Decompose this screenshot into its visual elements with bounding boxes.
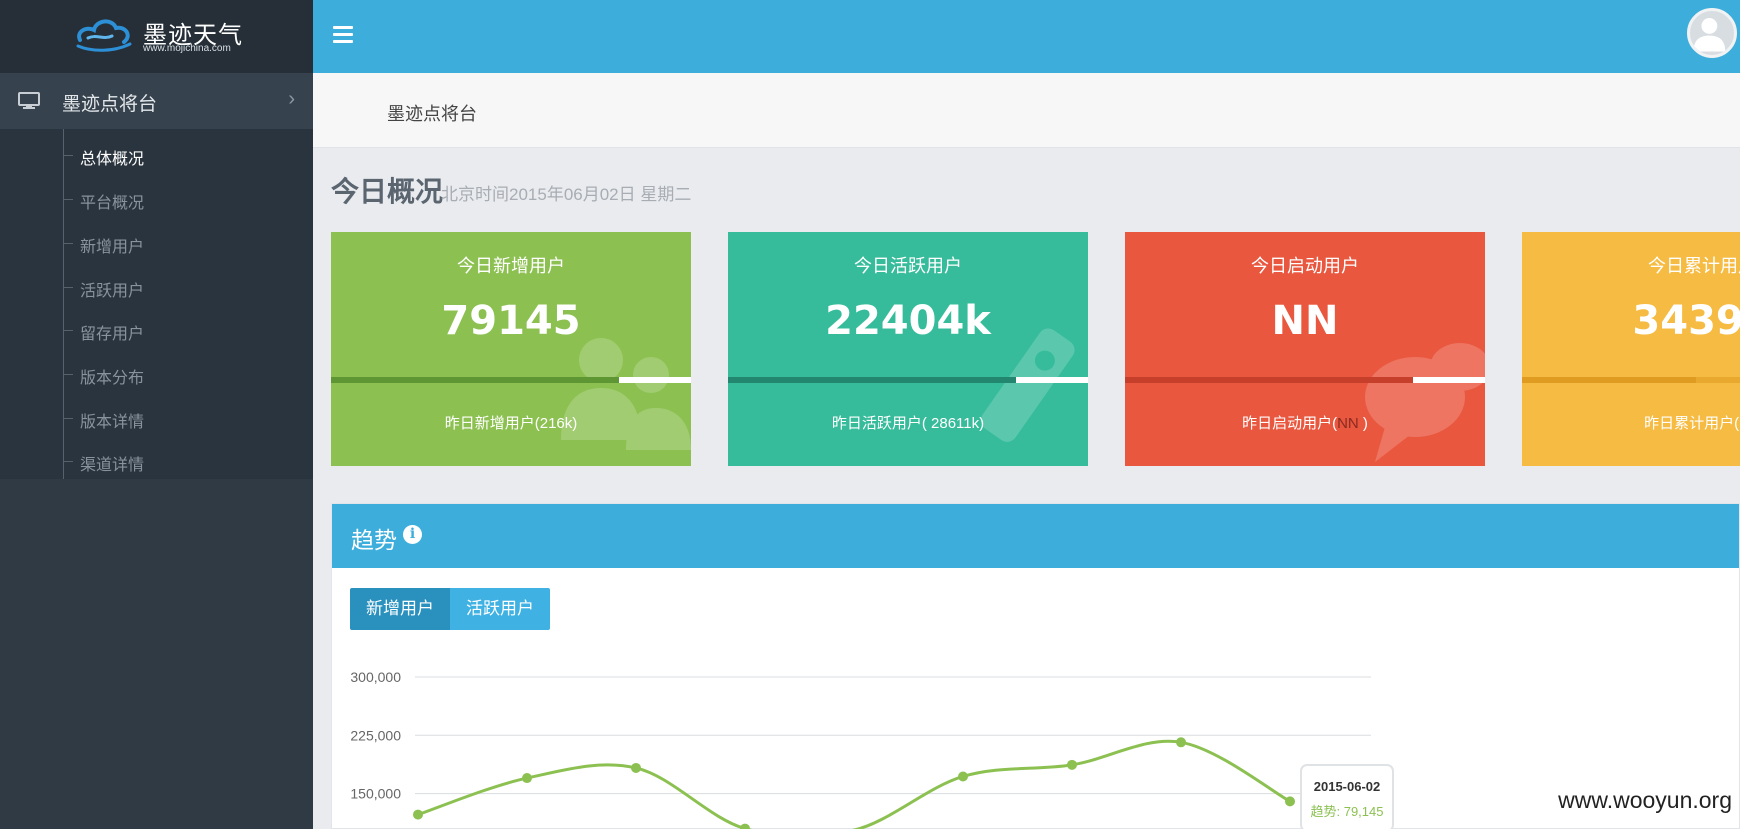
- user-avatar-icon[interactable]: [1687, 8, 1737, 58]
- card-footer-value: NN: [1337, 415, 1359, 432]
- card-title: 今日启动用户: [1251, 256, 1359, 276]
- breadcrumb: 墨迹点将台: [313, 73, 1740, 148]
- submenu-tick: [63, 461, 73, 462]
- tooltip-date: 2015-06-02: [1314, 779, 1381, 794]
- card-progress: [331, 377, 691, 383]
- submenu-tick: [63, 330, 73, 331]
- data-point: [1176, 737, 1186, 748]
- monitor-icon: [18, 92, 40, 109]
- progress-rest: [1413, 377, 1485, 383]
- y-tick-label: 150,000: [350, 786, 401, 802]
- data-point: [958, 771, 968, 782]
- submenu-tick: [63, 199, 73, 200]
- progress-fill: [331, 377, 619, 383]
- tooltip-value: 趋势: 79,145: [1311, 804, 1384, 819]
- tooltip-box: [1300, 764, 1394, 829]
- series-line: [417, 739, 1291, 829]
- sidebar-item-label: 版本分布: [80, 370, 145, 387]
- submenu-rail: [63, 129, 64, 479]
- progress-fill: [1522, 377, 1697, 383]
- data-point: [522, 773, 532, 784]
- card-footer: 昨日累计用户( 34: [1522, 412, 1740, 433]
- data-point: [413, 809, 423, 820]
- card-value: NN: [1271, 298, 1339, 344]
- stat-card-total-users: 今日累计用户 34395 昨日累计用户( 34: [1522, 232, 1740, 466]
- sidebar-item-label: 平台概况: [80, 195, 145, 212]
- sidebar: 墨迹天气 www.mojichina.com 墨迹点将台 › 总体概况 平台概况…: [0, 0, 313, 829]
- progress-rest: [1016, 377, 1088, 383]
- card-footer-label: 昨日累计用户( 34: [1644, 415, 1740, 432]
- submenu-tick: [63, 374, 73, 375]
- card-title: 今日新增用户: [457, 256, 565, 276]
- card-footer: 昨日新增用户(216k): [331, 412, 691, 433]
- y-tick-label: 225,000: [350, 727, 401, 743]
- stat-card-launch-users: 今日启动用户 NN 昨日启动用户(NN ): [1125, 232, 1485, 466]
- hamburger-icon[interactable]: [333, 26, 353, 44]
- sidebar-submenu: 总体概况 平台概况 新增用户 活跃用户 留存用户 版本分布 版本详情 渠道详情: [0, 129, 313, 479]
- stat-card-active-users: 今日活跃用户 22404k 昨日活跃用户( 28611k): [728, 232, 1088, 466]
- page-subtitle: 北京时间2015年06月02日 星期二: [441, 185, 692, 204]
- data-point: [1285, 796, 1295, 807]
- page-title: 今日概况: [331, 176, 444, 207]
- trend-line-chart: 300,000 225,000 150,000 2015-06-02 趋势: 79,14…: [350, 669, 1394, 829]
- progress-rest: [619, 377, 691, 383]
- submenu-tick: [63, 287, 73, 288]
- card-value: 22404k: [825, 298, 991, 344]
- watermark: www.wooyun.org: [1558, 787, 1732, 813]
- progress-fill: [728, 377, 1016, 383]
- logo-url: www.mojichina.com: [143, 43, 231, 54]
- data-point: [631, 762, 641, 773]
- card-value: 79145: [441, 298, 581, 344]
- card-value: 34395: [1632, 298, 1740, 344]
- progress-fill: [1125, 377, 1413, 383]
- sidebar-item-label: 总体概况: [80, 151, 145, 168]
- stat-card-new-users: 今日新增用户 79145 昨日新增用户(216k): [331, 232, 691, 466]
- card-progress: [728, 377, 1088, 383]
- data-point: [740, 823, 750, 829]
- sidebar-item-label: 渠道详情: [80, 457, 145, 474]
- data-point: [1067, 759, 1077, 770]
- card-footer-close: ): [1358, 415, 1368, 432]
- card-footer-label: 昨日启动用户(: [1242, 415, 1338, 432]
- person-icon: [1693, 18, 1726, 52]
- card-title: 今日活跃用户: [854, 256, 962, 276]
- card-footer: 昨日活跃用户( 28611k): [728, 412, 1088, 433]
- submenu-tick: [63, 418, 73, 419]
- card-footer: 昨日启动用户(NN ): [1125, 412, 1485, 433]
- chat-bubble-bg-icon: [1365, 343, 1485, 462]
- card-title: 今日累计用户: [1648, 256, 1740, 276]
- top-header: [313, 0, 1740, 73]
- logo-bar: 墨迹天气 www.mojichina.com: [0, 0, 313, 73]
- sidebar-item-label: 新增用户: [80, 239, 145, 256]
- cloud-logo-icon: [76, 19, 132, 52]
- card-progress: [1522, 377, 1740, 383]
- submenu-tick: [63, 243, 73, 244]
- y-tick-label: 300,000: [350, 669, 401, 685]
- submenu-tick: [63, 155, 73, 156]
- chevron-right-icon: ›: [288, 88, 295, 110]
- sidebar-menu-label: 墨迹点将台: [62, 94, 158, 115]
- sidebar-item-label: 留存用户: [80, 326, 145, 343]
- card-progress: [1125, 377, 1485, 383]
- card-footer-label: 昨日活跃用户( 28611k): [831, 415, 985, 432]
- sidebar-item-label: 版本详情: [80, 414, 145, 431]
- sidebar-menu-dianjiangtai[interactable]: 墨迹点将台 ›: [0, 73, 313, 129]
- sidebar-item-label: 活跃用户: [80, 283, 145, 300]
- card-footer-label: 昨日新增用户(216k): [444, 415, 578, 432]
- breadcrumb-item[interactable]: 墨迹点将台: [387, 100, 477, 126]
